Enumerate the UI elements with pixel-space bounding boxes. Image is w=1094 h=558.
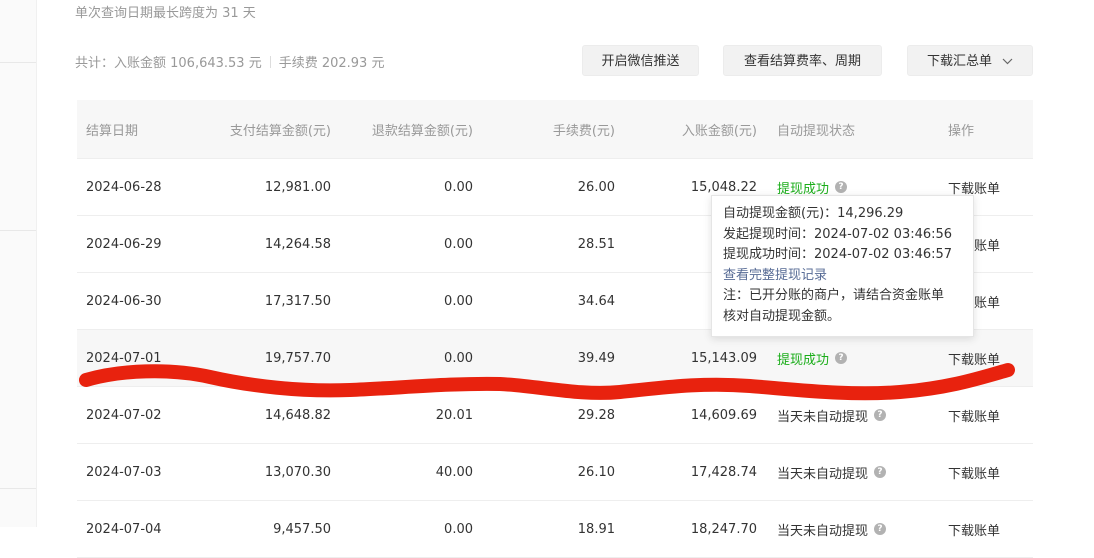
tooltip-note-line2: 核对自动提现金额。 (723, 308, 841, 324)
cell-pay: 14,648.82 (264, 407, 331, 423)
column-header-pay: 支付结算金额(元) (229, 123, 331, 139)
table-row: 2024-07-02 14,648.82 20.01 29.28 14,609.… (77, 387, 1033, 444)
status-text: 提现成功 (777, 352, 830, 368)
column-header-status: 自动提现状态 (777, 123, 856, 139)
cell-date: 2024-07-04 (86, 521, 162, 537)
cell-date: 2024-07-02 (86, 407, 162, 423)
cell-fee: 26.10 (577, 464, 615, 480)
cell-income: 14,609.69 (690, 407, 757, 423)
question-icon[interactable]: ? (835, 181, 848, 193)
cell-income: 15,143.09 (690, 350, 757, 366)
table-row: 2024-07-01 19,757.70 0.00 39.49 15,143.0… (77, 330, 1033, 387)
cell-fee: 39.49 (577, 350, 615, 366)
download-bill-link[interactable]: 下载账单 (948, 406, 1000, 425)
cell-status: 提现成功? (777, 330, 848, 386)
cell-date: 2024-06-30 (86, 293, 162, 309)
cell-refund: 0.00 (444, 236, 473, 252)
download-summary-button[interactable]: 下载汇总单 (907, 45, 1033, 76)
cell-fee: 28.51 (577, 236, 615, 252)
cell-pay: 17,317.50 (264, 293, 331, 309)
sidebar-divider (0, 230, 36, 231)
cell-pay: 9,457.50 (273, 521, 331, 537)
tooltip-note-line1: 注：已开分账的商户，请结合资金账单 (723, 288, 945, 304)
cell-refund: 0.00 (444, 521, 473, 537)
sidebar-divider (0, 488, 36, 489)
question-icon[interactable]: ? (835, 352, 848, 364)
column-header-op: 操作 (948, 123, 975, 139)
summary-total: 共计：入账金额 106,643.53 元 (75, 56, 262, 71)
view-withdraw-record-link[interactable]: 查看完整提现记录 (723, 266, 962, 287)
table-header: 结算日期 支付结算金额(元) 退款结算金额(元) 手续费(元) 入账金额(元) … (77, 100, 1033, 159)
download-bill-link[interactable]: 下载账单 (948, 520, 1000, 539)
cell-fee: 34.64 (577, 293, 615, 309)
cell-fee: 26.00 (577, 179, 615, 195)
cell-op: 下载账单 (948, 501, 1000, 557)
cell-income: 17,428.74 (690, 464, 757, 480)
summary-bar: 共计：入账金额 106,643.53 元 手续费 202.93 元 (75, 52, 384, 71)
sidebar-divider (0, 62, 36, 63)
column-header-fee: 手续费(元) (552, 123, 615, 139)
cell-status: 当天未自动提现? (777, 444, 887, 500)
summary-fee: 手续费 202.93 元 (278, 56, 385, 71)
cell-date: 2024-07-01 (86, 350, 162, 366)
cell-pay: 14,264.58 (264, 236, 331, 252)
cell-op: 下载账单 (948, 444, 1000, 500)
cell-op: 下载账单 (948, 330, 1000, 386)
cell-status: 当天未自动提现? (777, 501, 887, 557)
cell-refund: 0.00 (444, 350, 473, 366)
download-summary-label: 下载汇总单 (926, 54, 992, 69)
cell-fee: 29.28 (577, 407, 615, 423)
cell-date: 2024-07-03 (86, 464, 162, 480)
cell-pay: 12,981.00 (264, 179, 331, 195)
status-text: 当天未自动提现 (777, 523, 869, 539)
cell-income: 18,247.70 (690, 521, 757, 537)
cell-refund: 0.00 (444, 179, 473, 195)
chevron-down-icon (1002, 46, 1013, 77)
download-bill-link[interactable]: 下载账单 (948, 178, 1000, 197)
download-bill-link[interactable]: 下载账单 (948, 349, 1000, 368)
wechat-push-button[interactable]: 开启微信推送 (582, 45, 699, 76)
cell-refund: 20.01 (435, 407, 473, 423)
cell-pay: 19,757.70 (264, 350, 331, 366)
tooltip-amount: 自动提现金额(元)：14,296.29 (723, 206, 904, 221)
cell-status: 当天未自动提现? (777, 387, 887, 443)
query-range-hint: 单次查询日期最长跨度为 31 天 (75, 6, 256, 21)
download-bill-link[interactable]: 下载账单 (948, 463, 1000, 482)
settlement-rate-button[interactable]: 查看结算费率、周期 (723, 45, 882, 76)
question-icon[interactable]: ? (874, 466, 887, 478)
withdraw-detail-tooltip: 自动提现金额(元)：14,296.29 发起提现时间：2024-07-02 03… (711, 195, 974, 337)
status-text: 提现成功 (777, 181, 830, 197)
cell-fee: 18.91 (577, 521, 615, 537)
column-header-date: 结算日期 (86, 123, 139, 139)
cell-refund: 40.00 (435, 464, 473, 480)
cell-refund: 0.00 (444, 293, 473, 309)
column-header-refund: 退款结算金额(元) (371, 123, 473, 139)
question-icon[interactable]: ? (874, 409, 887, 421)
status-text: 当天未自动提现 (777, 466, 869, 482)
tooltip-start-time: 发起提现时间：2024-07-02 03:46:56 (723, 226, 953, 242)
cell-date: 2024-06-28 (86, 179, 162, 195)
cell-date: 2024-06-29 (86, 236, 162, 252)
cell-op: 下载账单 (948, 387, 1000, 443)
tooltip-success-time: 提现成功时间：2024-07-02 03:46:57 (723, 247, 953, 263)
summary-divider (269, 55, 271, 68)
table-row: 2024-07-04 9,457.50 0.00 18.91 18,247.70… (77, 501, 1033, 558)
column-header-income: 入账金额(元) (681, 123, 757, 139)
left-sidebar-strip (0, 0, 37, 527)
table-row: 2024-07-03 13,070.30 40.00 26.10 17,428.… (77, 444, 1033, 501)
cell-pay: 13,070.30 (264, 464, 331, 480)
question-icon[interactable]: ? (874, 523, 887, 535)
status-text: 当天未自动提现 (777, 409, 869, 425)
